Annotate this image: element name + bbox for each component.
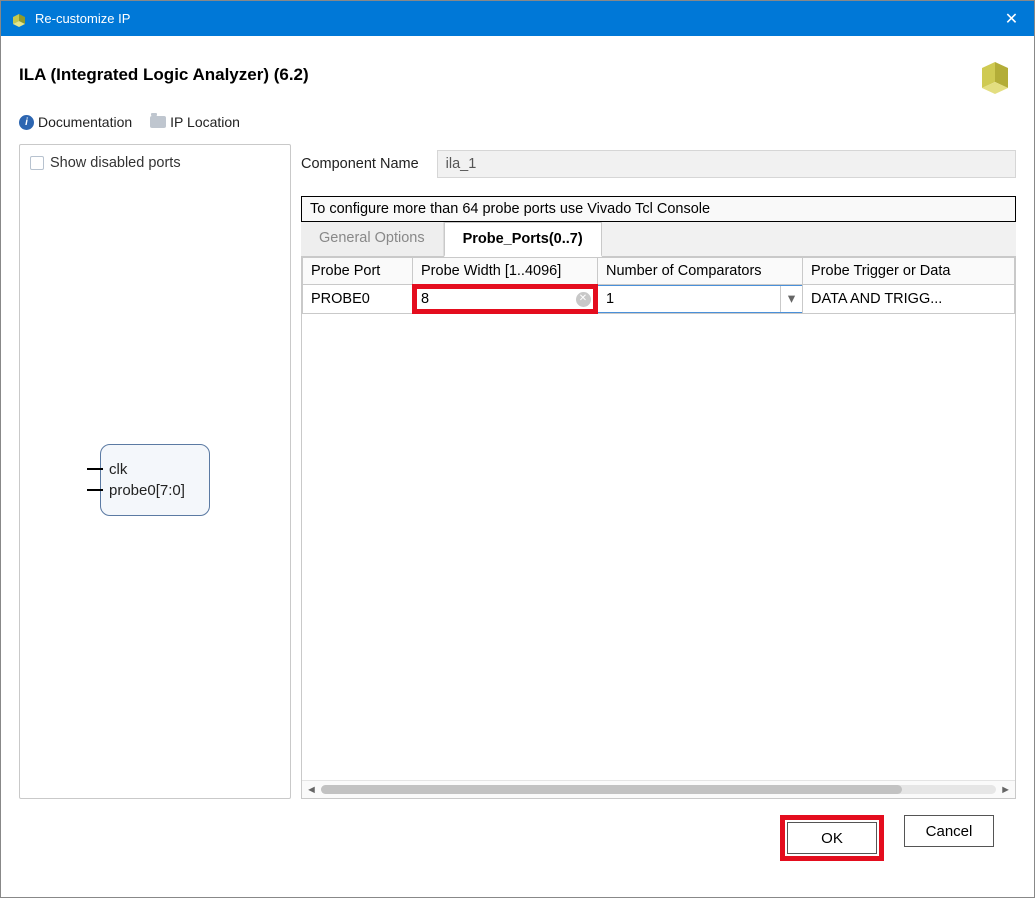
- ip-block[interactable]: clk probe0[7:0]: [100, 444, 210, 516]
- probe-notice: To configure more than 64 probe ports us…: [301, 196, 1016, 222]
- main-area: Show disabled ports clk probe0[7:0] Comp…: [19, 144, 1016, 799]
- component-name-label: Component Name: [301, 156, 419, 172]
- tabs: General Options Probe_Ports(0..7): [301, 222, 1016, 257]
- scroll-thumb[interactable]: [321, 785, 902, 794]
- component-name-row: Component Name: [301, 150, 1016, 178]
- dialog-body: ILA (Integrated Logic Analyzer) (6.2) i …: [1, 36, 1034, 897]
- cell-num-comparators[interactable]: 1 ▾: [598, 285, 803, 314]
- dialog-footer: OK Cancel: [19, 799, 1016, 879]
- col-probe-port: Probe Port: [303, 258, 413, 285]
- cell-probe-width[interactable]: ✕: [413, 285, 598, 314]
- table-header-row: Probe Port Probe Width [1..4096] Number …: [303, 258, 1015, 285]
- probe-width-input[interactable]: [413, 285, 597, 313]
- horizontal-scrollbar[interactable]: ◄ ►: [302, 780, 1015, 798]
- app-logo-icon: [11, 11, 27, 27]
- vendor-logo-icon: [974, 54, 1016, 96]
- probe-ports-table: Probe Port Probe Width [1..4096] Number …: [302, 257, 1015, 314]
- ip-location-link[interactable]: IP Location: [150, 114, 240, 130]
- close-icon[interactable]: ✕: [989, 1, 1034, 36]
- dialog-window: Re-customize IP ✕ ILA (Integrated Logic …: [0, 0, 1035, 898]
- ip-title: ILA (Integrated Logic Analyzer) (6.2): [19, 65, 309, 85]
- scroll-track[interactable]: [321, 785, 996, 794]
- component-name-input[interactable]: [437, 150, 1016, 178]
- checkbox-icon: [30, 156, 44, 170]
- block-diagram: clk probe0[7:0]: [30, 171, 280, 788]
- header-row: ILA (Integrated Logic Analyzer) (6.2): [19, 54, 1016, 96]
- scroll-right-icon[interactable]: ►: [1000, 784, 1011, 796]
- tab-probe-ports[interactable]: Probe_Ports(0..7): [444, 222, 602, 257]
- comparators-dropdown[interactable]: 1 ▾: [597, 285, 803, 313]
- port-probe0: probe0[7:0]: [121, 480, 189, 501]
- documentation-label: Documentation: [38, 114, 132, 130]
- clear-input-icon[interactable]: ✕: [575, 291, 591, 307]
- cancel-button[interactable]: Cancel: [904, 815, 994, 847]
- toolbar-links: i Documentation IP Location: [19, 114, 1016, 130]
- col-probe-trigger: Probe Trigger or Data: [803, 258, 1015, 285]
- cell-trigger-or-data[interactable]: DATA AND TRIGG...: [803, 285, 1015, 314]
- folder-icon: [150, 116, 166, 128]
- info-icon: i: [19, 115, 34, 130]
- ok-highlight: OK: [780, 815, 884, 861]
- ok-button[interactable]: OK: [787, 822, 877, 854]
- port-clk: clk: [121, 459, 189, 480]
- table-row: PROBE0 ✕: [303, 285, 1015, 314]
- probe-ports-grid: Probe Port Probe Width [1..4096] Number …: [302, 257, 1015, 780]
- ip-location-label: IP Location: [170, 114, 240, 130]
- probe-ports-grid-wrap: Probe Port Probe Width [1..4096] Number …: [301, 257, 1016, 799]
- config-panel: Component Name To configure more than 64…: [301, 144, 1016, 799]
- show-disabled-ports-checkbox[interactable]: Show disabled ports: [30, 155, 280, 171]
- show-disabled-ports-label: Show disabled ports: [50, 155, 181, 171]
- block-diagram-panel: Show disabled ports clk probe0[7:0]: [19, 144, 291, 799]
- tab-general-options[interactable]: General Options: [301, 222, 444, 256]
- col-probe-width: Probe Width [1..4096]: [413, 258, 598, 285]
- comparators-value: 1: [598, 291, 780, 307]
- chevron-down-icon: ▾: [780, 286, 802, 312]
- titlebar: Re-customize IP ✕: [1, 1, 1034, 36]
- cell-probe-port: PROBE0: [303, 285, 413, 314]
- col-num-comparators: Number of Comparators: [598, 258, 803, 285]
- scroll-left-icon[interactable]: ◄: [306, 784, 317, 796]
- window-title: Re-customize IP: [35, 11, 130, 26]
- documentation-link[interactable]: i Documentation: [19, 114, 132, 130]
